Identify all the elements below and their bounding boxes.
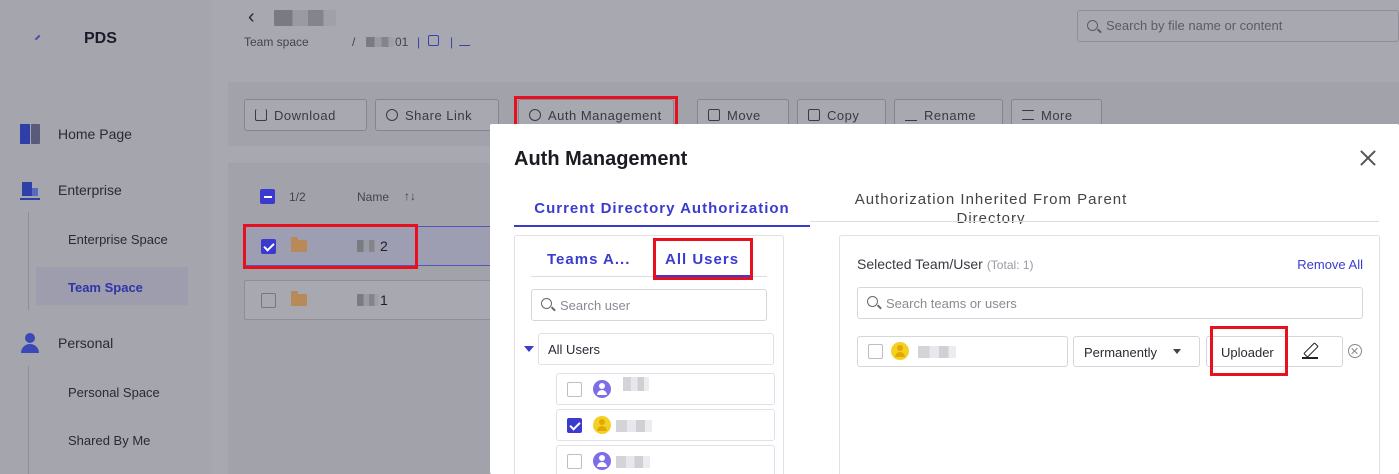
copy-icon [808, 109, 820, 121]
name-column-header[interactable]: Name [357, 190, 389, 204]
row-checkbox[interactable] [261, 293, 276, 308]
share-link-label: Share Link [405, 107, 473, 123]
selected-total: (Total: 1) [986, 258, 1034, 272]
selected-user-chip [857, 336, 1068, 367]
breadcrumb-redacted [366, 37, 394, 47]
user-checkbox[interactable] [567, 418, 582, 433]
menu-icon [1022, 110, 1034, 120]
search-placeholder: Search by file name or content [1106, 18, 1283, 33]
user-row[interactable] [556, 373, 775, 405]
user-name-redacted [623, 377, 649, 391]
user-avatar-icon [593, 416, 611, 434]
sidebar-item-enterprise-space[interactable]: Enterprise Space [68, 232, 168, 247]
remove-all-button[interactable]: Remove All [1297, 257, 1363, 272]
sidebar: PDS Home Page Enterprise Enterprise Spac… [0, 0, 212, 474]
user-name-redacted [616, 420, 652, 432]
sidebar-item-personal[interactable]: Personal [20, 333, 113, 353]
download-icon [255, 109, 267, 121]
rename-label: Rename [924, 107, 977, 123]
file-row[interactable]: 1 [244, 280, 504, 320]
file-name[interactable]: 1 [357, 292, 388, 308]
share-link-button[interactable]: Share Link [375, 99, 499, 131]
copy-label: Copy [827, 107, 860, 123]
home-icon [20, 124, 40, 144]
global-search-input[interactable]: Search by file name or content [1077, 10, 1399, 42]
chevron-down-icon[interactable] [524, 346, 534, 352]
enterprise-icon [20, 180, 40, 200]
highlight-box [653, 238, 753, 280]
breadcrumb-root[interactable]: Team space [244, 35, 309, 49]
user-avatar-icon [593, 452, 611, 470]
tab-inherited[interactable]: Authorization Inherited From Parent Dire… [826, 190, 1156, 224]
download-label: Download [274, 107, 336, 123]
folder-icon [291, 291, 307, 306]
sidebar-item-personal-space[interactable]: Personal Space [68, 385, 160, 400]
close-icon[interactable] [1358, 148, 1378, 168]
selected-users-pane: Selected Team/User (Total: 1) Remove All … [839, 235, 1380, 474]
expiry-value: Permanently [1084, 345, 1157, 360]
search-user-placeholder: Search user [560, 297, 631, 313]
remove-user-icon[interactable] [1348, 344, 1362, 358]
expiry-select[interactable]: Permanently [1073, 336, 1200, 367]
tab-divider [810, 221, 1379, 222]
select-all-checkbox[interactable] [260, 189, 275, 204]
sidebar-item-label: Personal [58, 335, 114, 351]
highlight-box [1210, 326, 1288, 376]
sidebar-item-label: Enterprise [58, 182, 122, 198]
selected-user-checkbox[interactable] [868, 344, 883, 359]
search-user-input[interactable]: Search user [531, 289, 767, 321]
tree-node-all-users[interactable]: All Users [538, 333, 774, 365]
edit-path-icon[interactable] [458, 35, 475, 46]
user-row[interactable] [556, 445, 775, 474]
sort-icon[interactable]: ↑↓ [404, 189, 416, 203]
user-name-redacted [616, 456, 650, 468]
tree-line [28, 366, 29, 474]
chevron-down-icon [1173, 349, 1181, 354]
breadcrumb-divider: | [450, 35, 454, 49]
copy-path-icon[interactable] [428, 35, 439, 46]
auth-management-modal: Auth Management Current Directory Author… [490, 124, 1399, 474]
move-label: Move [727, 107, 761, 123]
user-avatar-icon [593, 380, 611, 398]
person-icon [20, 333, 40, 353]
highlight-box [243, 224, 418, 269]
folder-title-redacted [274, 10, 336, 26]
search-icon [541, 298, 552, 309]
more-label: More [1041, 107, 1073, 123]
tree-line [28, 212, 29, 310]
move-icon [708, 109, 720, 121]
search-icon [1087, 20, 1098, 31]
user-checkbox[interactable] [567, 454, 582, 469]
breadcrumb-current: 01 [395, 35, 409, 49]
selection-count: 1/2 [289, 190, 306, 204]
sidebar-item-team-space[interactable]: Team Space [68, 280, 143, 295]
tab-teams[interactable]: Teams A... [547, 251, 630, 268]
sidebar-item-shared-by-me[interactable]: Shared By Me [68, 433, 150, 448]
brand-name: PDS [84, 30, 117, 47]
file-list-header: 1/2 Name ↑↓ [244, 180, 504, 214]
search-teams-placeholder: Search teams or users [886, 295, 1017, 311]
search-teams-input[interactable]: Search teams or users [857, 287, 1363, 319]
logo-icon [34, 34, 44, 44]
user-avatar-icon [891, 342, 909, 360]
share-icon [386, 109, 398, 121]
breadcrumb-divider: | [417, 35, 421, 49]
tab-current-directory[interactable]: Current Directory Authorization [514, 200, 810, 227]
download-button[interactable]: Download [244, 99, 367, 131]
breadcrumb-separator: / [352, 35, 356, 49]
selected-title: Selected Team/User (Total: 1) [857, 256, 1034, 272]
sidebar-item-enterprise[interactable]: Enterprise [20, 180, 122, 200]
back-arrow-icon[interactable]: ‹ [248, 6, 255, 29]
edit-icon[interactable] [1302, 342, 1318, 359]
user-checkbox[interactable] [567, 382, 582, 397]
user-row[interactable] [556, 409, 775, 441]
file-name-redacted [357, 294, 379, 306]
user-name-redacted [918, 346, 956, 358]
modal-title: Auth Management [514, 148, 688, 170]
rename-icon [905, 109, 917, 121]
sidebar-item-label: Home Page [58, 126, 132, 142]
sidebar-item-home[interactable]: Home Page [20, 124, 132, 144]
search-icon [867, 296, 878, 307]
